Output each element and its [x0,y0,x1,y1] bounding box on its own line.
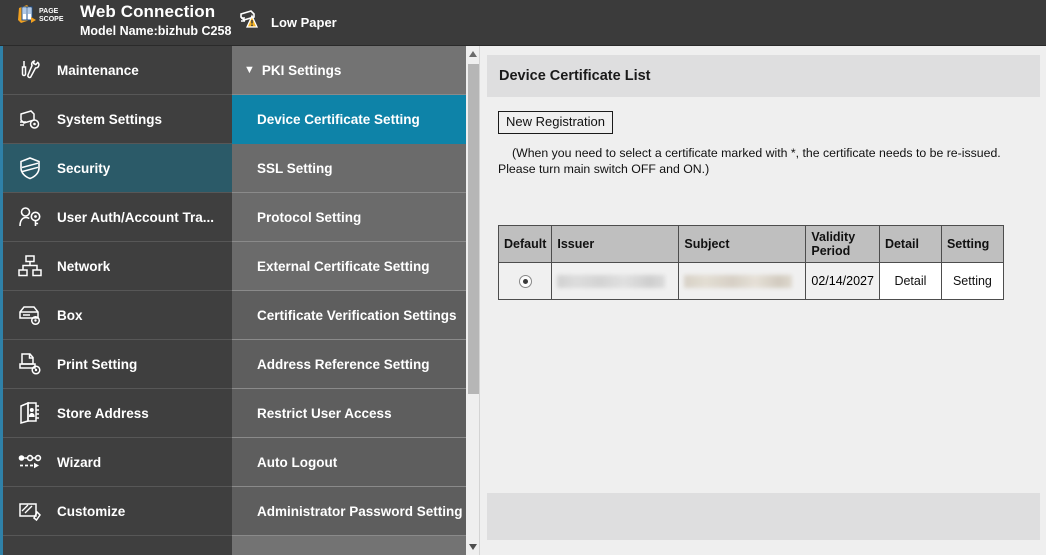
device-certificate-table: Default Issuer Subject Validity Period D… [497,225,1004,300]
submenu-item-device-certificate-setting[interactable]: Device Certificate Setting [232,95,466,144]
web-connection-page: PAGE SCOPE Web Connection Model Name:biz… [0,0,1046,555]
submenu-group-label: PKI Settings [261,62,342,78]
submenu-item-address-reference-setting[interactable]: Address Reference Setting [232,340,466,389]
device-model-label: Model Name:bizhub C258 [80,24,232,38]
scroll-up-arrow-icon[interactable] [466,46,480,62]
app-title: Web Connection [80,2,216,21]
certificate-notice-text: (When you need to select a certificate m… [498,145,1033,177]
submenu-item-administrator-password-setting[interactable]: Administrator Password Setting [232,487,466,536]
address-book-icon [3,389,57,438]
page-title: Device Certificate List [487,55,1040,97]
sidebar-item-label: Customize [57,503,126,519]
sidebar-item-security[interactable]: Security [3,144,232,193]
navigation-scrollbar[interactable] [466,46,480,555]
new-registration-button[interactable]: New Registration [498,111,613,135]
sidebar-item-user-auth-account-track[interactable]: User Auth/Account Tra... [3,193,232,242]
submenu-item-label: Certificate Verification Settings [257,307,457,323]
setting-link[interactable]: Setting [953,274,992,288]
submenu-item-external-certificate-setting[interactable]: External Certificate Setting [232,242,466,291]
print-gear-icon [3,340,57,389]
sidebar-item-label: User Auth/Account Tra... [57,209,215,225]
submenu-item-restrict-user-access[interactable]: Restrict User Access [232,389,466,438]
status-label: Low Paper [271,15,337,30]
customize-pencil-icon [3,487,57,536]
column-header-issuer: Issuer [551,225,680,263]
svg-text:SCOPE: SCOPE [39,16,64,23]
column-header-default: Default [497,225,553,263]
sidebar-item-print-setting[interactable]: Print Setting [3,340,232,389]
table-header: Default Issuer Subject Validity Period D… [497,225,1004,263]
scroll-down-arrow-icon[interactable] [466,539,480,555]
sidebar-item-store-address[interactable]: Store Address [3,389,232,438]
default-radio-cell[interactable] [497,262,553,300]
detail-cell[interactable]: Detail [878,262,942,300]
sidebar-item-label: Maintenance [57,62,139,78]
detail-link[interactable]: Detail [894,274,926,288]
printer-gear-icon [3,95,57,144]
submenu-item-label: Address Reference Setting [257,356,430,372]
submenu-group-pki-settings[interactable]: ▼ PKI Settings [232,46,466,95]
sidebar-item-network[interactable]: Network [3,242,232,291]
issuer-value-redacted [557,275,666,289]
column-header-validity-period: Validity Period [805,225,880,263]
setting-cell[interactable]: Setting [940,262,1004,300]
submenu-item-certificate-verification-settings[interactable]: Certificate Verification Settings [232,291,466,340]
sidebar-item-label: Network [57,258,111,274]
subject-value-redacted [684,275,793,289]
sidebar-item-wizard[interactable]: Wizard [3,438,232,487]
submenu-item-ssl-setting[interactable]: SSL Setting [232,144,466,193]
shield-icon [3,144,57,193]
scrollbar-thumb[interactable] [468,64,479,394]
validity-period-value: 02/14/2027 [811,273,874,288]
submenu-item-label: Protocol Setting [257,209,362,225]
column-header-subject: Subject [678,225,807,263]
sidebar-item-label: Box [57,307,83,323]
wrench-screwdriver-icon [3,46,57,95]
sidebar-item-label: Wizard [57,454,102,470]
main-content: Device Certificate List New Registration… [481,46,1046,555]
status-indicator[interactable]: Low Paper [238,8,337,37]
network-nodes-icon [3,242,57,291]
sidebar-item-label: Store Address [57,405,149,421]
default-certificate-radio[interactable] [518,275,532,289]
subject-cell [678,262,807,300]
user-key-icon [3,193,57,242]
sidebar-item-label: Print Setting [57,356,138,372]
table-header-row: Default Issuer Subject Validity Period D… [497,225,1004,263]
submenu-item-label: Restrict User Access [257,405,392,421]
submenu-item-auto-logout[interactable]: Auto Logout [232,438,466,487]
box-gear-icon [3,291,57,340]
sidebar-item-label: Security [57,160,111,176]
sidebar-item-box[interactable]: Box [3,291,232,340]
wizard-flow-icon [3,438,57,487]
column-header-setting: Setting [940,225,1004,263]
low-paper-warning-icon [238,8,264,37]
notice-line-2: Please turn main switch OFF and ON.) [498,162,710,177]
submenu-item-label: Auto Logout [257,454,338,470]
chevron-down-icon: ▼ [244,63,255,76]
table-body: 02/14/2027 Detail Setting [497,262,1004,300]
app-header: PAGE SCOPE Web Connection Model Name:biz… [0,0,1046,46]
sidebar-item-label: System Settings [57,111,163,127]
pagescope-logo-icon: PAGE SCOPE [17,4,75,26]
sidebar-item-customize[interactable]: Customize [3,487,232,536]
column-header-detail: Detail [878,225,942,263]
sidebar-item-maintenance[interactable]: Maintenance [3,46,232,95]
content-footer-bar [487,493,1040,540]
svg-text:PAGE: PAGE [39,8,59,15]
notice-line-1: (When you need to select a certificate m… [512,146,1001,160]
submenu-item-label: Device Certificate Setting [257,111,420,127]
submenu-item-label: SSL Setting [257,160,333,176]
submenu-item-protocol-setting[interactable]: Protocol Setting [232,193,466,242]
validity-period-cell: 02/14/2027 [805,262,880,300]
secondary-navigation: ▼ PKI Settings Device Certificate Settin… [232,46,466,555]
primary-navigation: Maintenance System Settings Security Use… [0,46,232,555]
sidebar-item-system-settings[interactable]: System Settings [3,95,232,144]
submenu-item-label: External Certificate Setting [257,258,430,274]
table-row: 02/14/2027 Detail Setting [497,262,1004,300]
submenu-item-label: Administrator Password Setting [257,503,463,519]
issuer-cell [551,262,680,300]
